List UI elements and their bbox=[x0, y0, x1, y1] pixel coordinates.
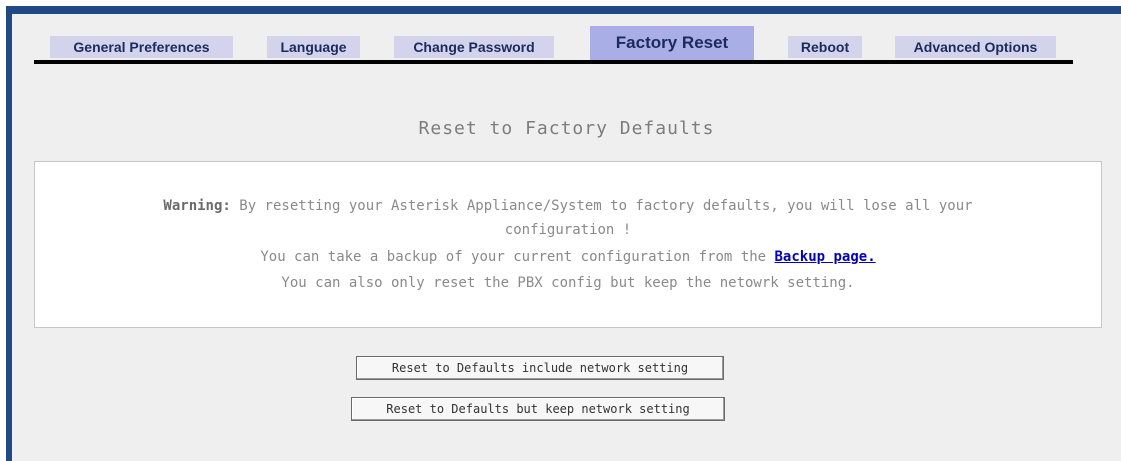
backup-prefix-text: You can take a backup of your current co… bbox=[260, 249, 775, 265]
tab-reboot[interactable]: Reboot bbox=[788, 36, 862, 58]
tab-bar: General Preferences Language Change Pass… bbox=[12, 14, 1121, 84]
tab-language[interactable]: Language bbox=[267, 36, 360, 58]
tab-factory-reset[interactable]: Factory Reset bbox=[590, 26, 754, 60]
window-frame: General Preferences Language Change Pass… bbox=[0, 0, 1121, 461]
warning-box: Warning: By resetting your Asterisk Appl… bbox=[34, 161, 1102, 328]
backup-page-link[interactable]: Backup page. bbox=[775, 249, 876, 265]
reset-keep-network-button[interactable]: Reset to Defaults but keep network setti… bbox=[351, 397, 725, 421]
warning-line-1: Warning: By resetting your Asterisk Appl… bbox=[35, 198, 1101, 214]
top-border bbox=[6, 6, 1121, 14]
tab-change-password[interactable]: Change Password bbox=[394, 36, 554, 58]
page-title: Reset to Factory Defaults bbox=[418, 118, 715, 139]
main-panel: General Preferences Language Change Pass… bbox=[12, 14, 1121, 461]
warning-line-4: You can also only reset the PBX config b… bbox=[281, 275, 855, 291]
warning-label: Warning: bbox=[163, 198, 231, 214]
reset-include-network-button[interactable]: Reset to Defaults include network settin… bbox=[356, 356, 724, 380]
tab-underline bbox=[34, 60, 1073, 64]
warning-text-1: By resetting your Asterisk Appliance/Sys… bbox=[230, 198, 973, 214]
warning-line-2: configuration ! bbox=[504, 222, 632, 238]
tab-general-preferences[interactable]: General Preferences bbox=[50, 36, 233, 58]
warning-line-3: You can take a backup of your current co… bbox=[35, 249, 1101, 265]
tab-advanced-options[interactable]: Advanced Options bbox=[895, 36, 1056, 58]
